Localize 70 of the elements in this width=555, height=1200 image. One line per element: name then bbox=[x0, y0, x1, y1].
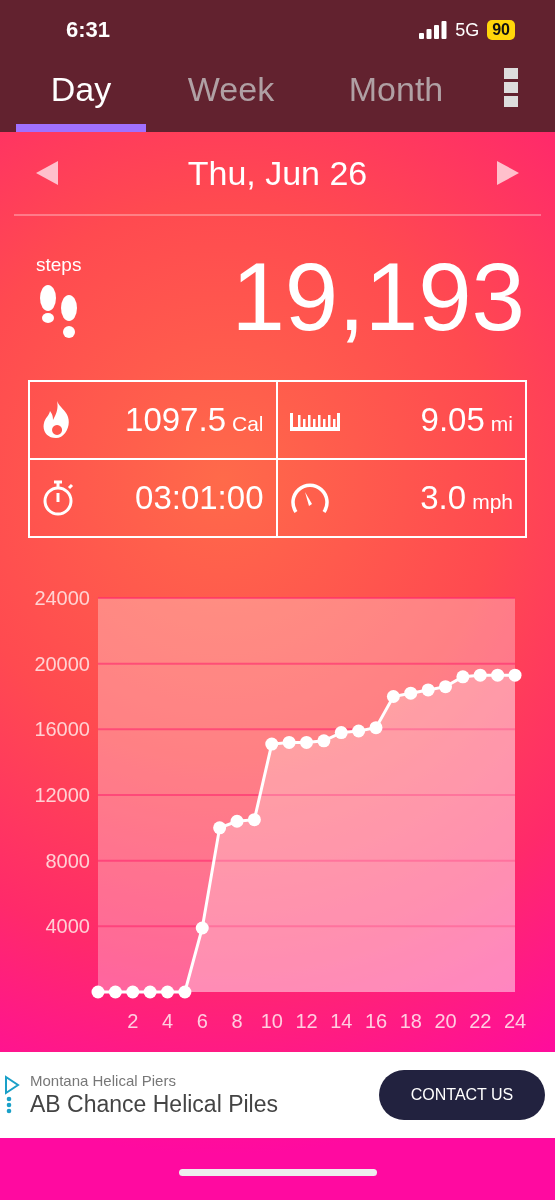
x-axis-label: 16 bbox=[364, 1010, 388, 1032]
data-point bbox=[195, 921, 209, 935]
data-point bbox=[404, 686, 418, 700]
data-point bbox=[108, 985, 122, 999]
data-point bbox=[300, 735, 313, 749]
step-count: 19,193 bbox=[231, 242, 525, 352]
clock-time: 6:31 bbox=[66, 17, 111, 43]
data-point bbox=[369, 721, 383, 735]
data-point bbox=[386, 690, 400, 703]
network-type: 5G bbox=[455, 19, 480, 41]
y-axis-label: 4000 bbox=[45, 915, 90, 938]
y-axis-label: 20000 bbox=[34, 652, 90, 675]
tab[interactable]: Week bbox=[146, 60, 316, 132]
tab[interactable]: Month bbox=[316, 60, 476, 132]
data-point bbox=[265, 737, 279, 751]
data-point bbox=[282, 735, 296, 749]
stopwatch-icon bbox=[42, 479, 76, 517]
x-axis-label: 12 bbox=[295, 1010, 318, 1032]
data-point bbox=[161, 985, 174, 999]
data-point bbox=[491, 668, 505, 682]
y-axis-label: 24000 bbox=[34, 587, 90, 609]
stat-value: 9.05 bbox=[420, 401, 485, 439]
data-point bbox=[439, 680, 452, 694]
ad-advertiser: Montana Helical Piers bbox=[30, 1072, 177, 1089]
x-axis-label: 4 bbox=[161, 1010, 174, 1032]
x-axis-label: 24 bbox=[503, 1010, 527, 1032]
flame-icon bbox=[42, 401, 72, 439]
data-point bbox=[178, 985, 192, 999]
data-point bbox=[126, 985, 140, 999]
ad-choices-icon[interactable] bbox=[4, 1075, 20, 1115]
battery-level: 90 bbox=[487, 20, 515, 40]
data-point bbox=[334, 726, 348, 740]
y-axis-label: 16000 bbox=[34, 718, 90, 741]
data-point bbox=[317, 734, 331, 748]
data-point bbox=[213, 821, 227, 835]
data-point bbox=[473, 668, 487, 682]
data-point bbox=[421, 683, 435, 697]
ad-headline[interactable]: AB Chance Helical Piles bbox=[30, 1091, 369, 1118]
stat-value: 03:01:00 bbox=[135, 479, 264, 517]
data-point bbox=[352, 724, 366, 738]
signal-icon bbox=[419, 21, 448, 39]
menu-icon[interactable] bbox=[504, 68, 518, 108]
stat-value: 3.0 bbox=[420, 479, 467, 517]
data-point bbox=[143, 985, 157, 999]
date-title: Thu, Jun 26 bbox=[187, 153, 368, 193]
y-axis-label: 8000 bbox=[45, 849, 90, 872]
x-axis-label: 8 bbox=[231, 1010, 243, 1032]
data-point bbox=[230, 814, 244, 828]
triangle-right-icon bbox=[497, 161, 519, 185]
steps-label: steps bbox=[36, 254, 82, 276]
triangle-left-icon bbox=[36, 161, 58, 185]
x-axis-label: 2 bbox=[127, 1010, 139, 1032]
stat-unit: Cal bbox=[232, 412, 264, 436]
data-point bbox=[508, 668, 522, 682]
x-axis-label: 20 bbox=[434, 1010, 457, 1032]
stat-unit: mph bbox=[472, 490, 513, 514]
data-point bbox=[247, 813, 261, 827]
x-axis-label: 22 bbox=[469, 1010, 492, 1032]
data-point bbox=[456, 670, 470, 684]
speedometer-icon bbox=[289, 482, 330, 514]
contact-button[interactable]: CONTACT US bbox=[379, 1070, 545, 1120]
data-point bbox=[91, 985, 105, 999]
stat-unit: mi bbox=[490, 412, 513, 436]
x-axis-label: 6 bbox=[196, 1010, 208, 1032]
tab[interactable]: Day bbox=[16, 60, 146, 132]
x-axis-label: 10 bbox=[260, 1010, 283, 1032]
y-axis-label: 12000 bbox=[34, 784, 90, 806]
stat-value: 1097.5 bbox=[125, 401, 226, 439]
x-axis-label: 14 bbox=[330, 1010, 353, 1032]
x-axis-label: 18 bbox=[399, 1010, 422, 1032]
